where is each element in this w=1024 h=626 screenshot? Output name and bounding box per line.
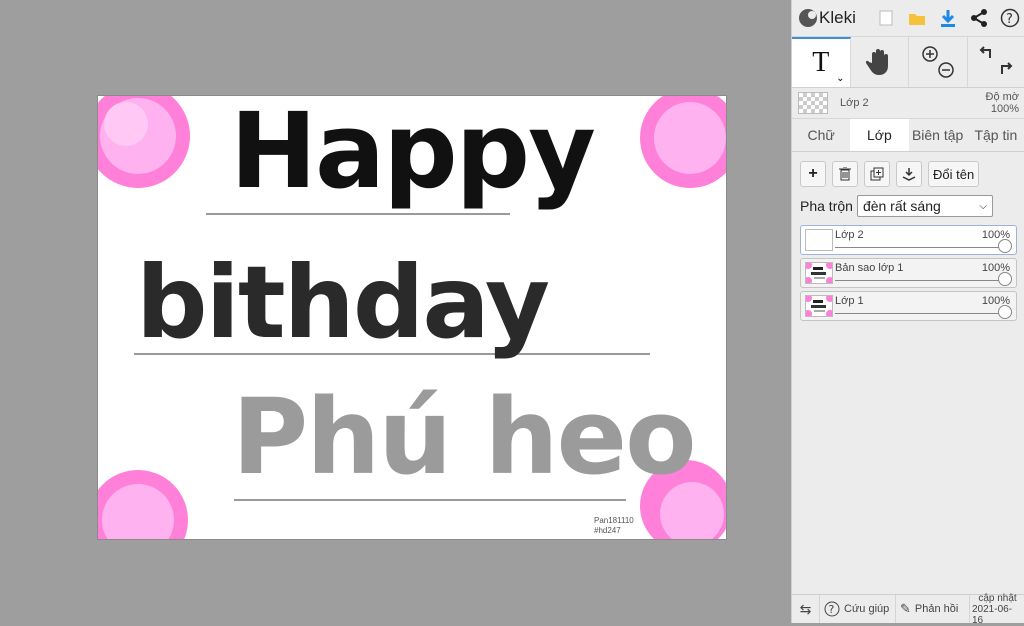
opacity-slider-track[interactable]: [835, 313, 1008, 314]
swap-icon: ⇆: [800, 601, 812, 618]
tab-text[interactable]: Chữ: [792, 119, 850, 151]
layer-thumbnail: [805, 295, 833, 317]
layer-item[interactable]: Bản sao lớp 1 100%: [800, 258, 1017, 288]
blend-mode-value: đèn rất sáng: [863, 198, 941, 214]
help-label: Cứu giúp: [844, 603, 889, 615]
app-name: Kleki: [819, 8, 856, 28]
merge-layer-button[interactable]: [896, 161, 922, 187]
tab-layer[interactable]: Lớp: [850, 119, 908, 151]
help-icon: ?: [824, 601, 840, 617]
layer-item[interactable]: Lớp 2 100%: [800, 225, 1017, 255]
layer-thumbnail: [805, 262, 833, 284]
merge-down-icon: [902, 167, 916, 181]
help-icon[interactable]: ?: [994, 0, 1024, 36]
feedback-button[interactable]: ✎ Phản hồi: [896, 595, 970, 623]
share-icon[interactable]: [963, 0, 994, 36]
panel-footer: ⇆ ? Cứu giúp ✎ Phản hồi cập nhật 2021-06…: [792, 594, 1024, 623]
text-tool-icon: T: [812, 47, 829, 79]
rename-layer-button[interactable]: Đổi tên: [928, 161, 979, 187]
opacity-value: 100%: [986, 103, 1020, 115]
watermark-line-1: Pan181110: [594, 516, 634, 526]
tab-edit[interactable]: Biên tập: [909, 119, 967, 151]
opacity-slider-handle[interactable]: [998, 272, 1012, 286]
drawn-birthday: bithday: [136, 244, 548, 361]
hand-icon: [866, 47, 892, 77]
help-button[interactable]: ? Cứu giúp: [820, 595, 896, 623]
drawn-name: Phú heo: [232, 376, 695, 498]
canvas-workspace[interactable]: Happy bithday Phú heo Pan181110 #hd247: [0, 0, 791, 623]
side-panel: Kleki ? T ⌄ Lớp: [791, 0, 1024, 623]
layer-name: Lớp 2: [835, 229, 864, 241]
blend-label: Pha trộn: [800, 198, 853, 214]
opacity-slider-handle[interactable]: [998, 305, 1012, 319]
opacity-slider-handle[interactable]: [998, 239, 1012, 253]
current-layer-thumbnail: [798, 92, 828, 114]
tab-file[interactable]: Tập tin: [967, 119, 1024, 151]
plus-icon: +: [808, 165, 817, 183]
open-icon[interactable]: [901, 0, 932, 36]
update-date: 2021-06-16: [972, 604, 1023, 626]
app-logo[interactable]: Kleki: [792, 8, 870, 28]
history-tools: [968, 37, 1024, 87]
watermark: Pan181110 #hd247: [594, 516, 634, 536]
opacity-slider-track[interactable]: [835, 247, 1008, 248]
opacity-slider-track[interactable]: [835, 280, 1008, 281]
panel-tabs: Chữ Lớp Biên tập Tập tin: [792, 119, 1024, 152]
blend-mode-row: Pha trộn đèn rất sáng ⌵: [792, 191, 1024, 221]
opacity-label: Độ mờ: [986, 91, 1020, 103]
tool-row: T ⌄: [792, 37, 1024, 88]
zoom-out-icon[interactable]: [939, 63, 953, 77]
duplicate-layer-button[interactable]: [864, 161, 890, 187]
chevron-down-icon: ⌵: [979, 201, 987, 212]
top-bar: Kleki ?: [792, 0, 1024, 37]
zoom-in-icon[interactable]: [923, 47, 937, 61]
svg-text:?: ?: [829, 603, 835, 616]
trash-icon: [839, 167, 851, 181]
update-label: cập nhật: [978, 593, 1016, 604]
text-tool-button[interactable]: T ⌄: [792, 37, 851, 87]
watermark-line-2: #hd247: [594, 526, 634, 536]
add-layer-button[interactable]: +: [800, 161, 826, 187]
redo-icon[interactable]: [1002, 63, 1011, 74]
hand-tool-button[interactable]: [851, 37, 910, 87]
layer-item[interactable]: Lớp 1 100%: [800, 291, 1017, 321]
layer-actions: + Đổi tên: [792, 152, 1024, 191]
opacity-readout: Độ mờ 100%: [986, 91, 1020, 115]
current-layer-info: Lớp 2 Độ mờ 100%: [792, 88, 1024, 119]
layer-thumbnail: [805, 229, 833, 251]
chevron-down-icon[interactable]: ⌄: [836, 73, 844, 84]
feedback-icon: ✎: [900, 601, 911, 617]
current-layer-name: Lớp 2: [840, 97, 869, 109]
blend-mode-select[interactable]: đèn rất sáng ⌵: [857, 195, 993, 217]
layer-name: Lớp 1: [835, 295, 864, 307]
layer-list: Lớp 2 100% Bản sao lớp 1 100% Lớp 1 100%: [792, 221, 1024, 328]
layer-name: Bản sao lớp 1: [835, 262, 903, 274]
feedback-label: Phản hồi: [915, 603, 958, 615]
duplicate-icon: [870, 167, 884, 181]
new-icon[interactable]: [870, 0, 901, 36]
kleki-logo-icon: [799, 9, 817, 27]
delete-layer-button[interactable]: [832, 161, 858, 187]
download-icon[interactable]: [932, 0, 963, 36]
swap-side-button[interactable]: ⇆: [792, 595, 820, 623]
zoom-tools: [909, 37, 968, 87]
drawing-canvas[interactable]: Happy bithday Phú heo Pan181110 #hd247: [98, 96, 726, 539]
undo-icon[interactable]: [981, 47, 990, 58]
drawn-happy: Happy: [230, 96, 594, 212]
update-info[interactable]: cập nhật 2021-06-16: [970, 595, 1024, 623]
svg-text:?: ?: [1006, 12, 1013, 27]
